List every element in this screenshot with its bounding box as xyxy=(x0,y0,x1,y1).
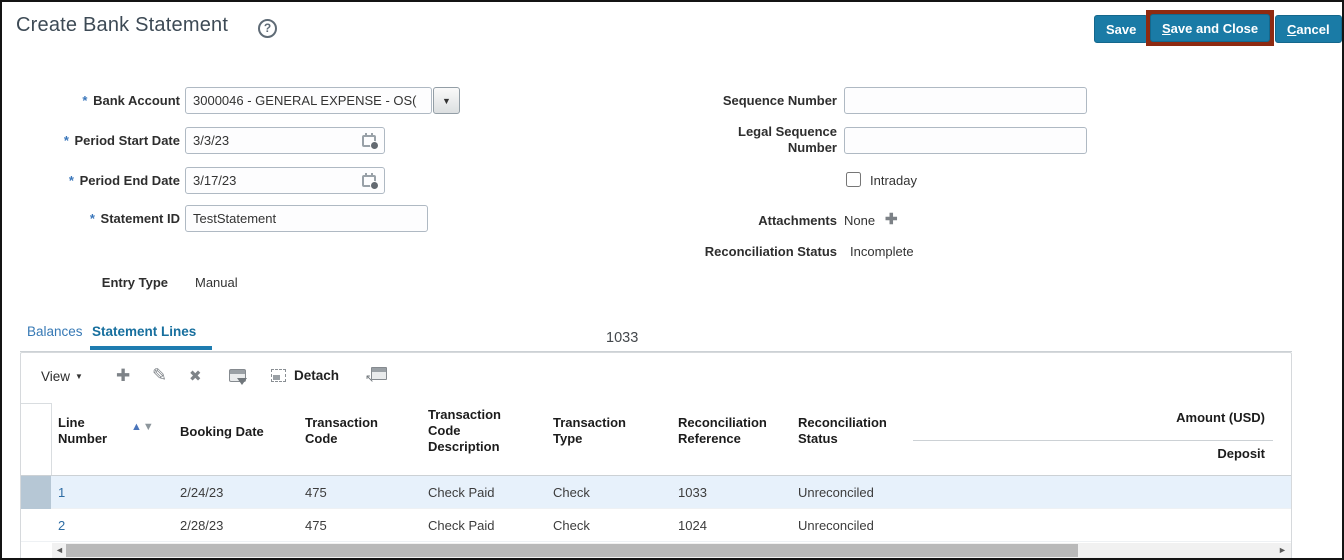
gutter-top-border xyxy=(21,403,51,404)
cell-transaction-code: 475 xyxy=(305,485,327,500)
scroll-left-icon[interactable]: ◄ xyxy=(55,545,64,555)
entry-type-value: Manual xyxy=(195,275,238,290)
cancel-button[interactable]: Cancel xyxy=(1275,15,1342,43)
period-end-date-field[interactable] xyxy=(185,167,385,194)
bank-account-input[interactable] xyxy=(186,88,431,113)
create-bank-statement-page: Create Bank Statement ? Save Save and Cl… xyxy=(0,0,1344,560)
cell-transaction-type: Check xyxy=(553,485,590,500)
period-start-date-label: * Period Start Date xyxy=(2,133,180,149)
period-end-date-label: * Period End Date xyxy=(2,173,180,189)
row-selector[interactable] xyxy=(21,476,51,509)
sort-ascending-icon[interactable]: ▲ xyxy=(131,421,143,433)
column-header-reconciliation-status[interactable]: Reconciliation Status xyxy=(798,415,906,447)
sequence-number-label: Sequence Number xyxy=(677,93,837,109)
column-header-transaction-code-description[interactable]: Transaction Code Description xyxy=(428,407,522,455)
intraday-label: Intraday xyxy=(870,173,917,188)
sequence-number-field[interactable] xyxy=(844,87,1087,114)
scroll-right-icon[interactable]: ► xyxy=(1278,545,1287,555)
column-header-transaction-type[interactable]: Transaction Type xyxy=(553,415,645,447)
page-title: Create Bank Statement xyxy=(16,14,228,37)
cell-booking-date: 2/24/23 xyxy=(180,485,223,500)
period-start-date-input[interactable] xyxy=(186,128,384,153)
entry-type-label: Entry Type xyxy=(2,275,168,291)
column-header-reconciliation-reference[interactable]: Reconciliation Reference xyxy=(678,415,786,447)
freeze-icon[interactable]: ↖ xyxy=(371,367,387,380)
row-selector[interactable] xyxy=(21,509,51,542)
attachments-label: Attachments xyxy=(677,213,837,229)
bank-account-label: * Bank Account xyxy=(2,93,180,109)
tab-balances[interactable]: Balances xyxy=(27,324,83,339)
legal-sequence-number-label: Legal Sequence Number xyxy=(727,124,837,156)
save-and-close-button[interactable]: Save and Close xyxy=(1150,14,1270,42)
cell-reconciliation-reference: 1024 xyxy=(678,518,707,533)
statement-id-input[interactable] xyxy=(186,206,427,231)
cell-reconciliation-status: Unreconciled xyxy=(798,518,874,533)
delete-row-icon[interactable]: ✖ xyxy=(189,367,202,385)
required-marker: * xyxy=(82,93,87,108)
dropdown-arrow-icon: ▼ xyxy=(442,96,451,106)
statement-id-label: * Statement ID xyxy=(2,211,180,227)
bank-account-field[interactable] xyxy=(185,87,432,114)
cell-line-number[interactable]: 2 xyxy=(58,518,65,533)
tab-statement-lines[interactable]: Statement Lines xyxy=(92,324,196,339)
cell-line-number[interactable]: 1 xyxy=(58,485,65,500)
date-picker-icon[interactable] xyxy=(362,173,378,188)
cell-transaction-code: 475 xyxy=(305,518,327,533)
reconciliation-status-label: Reconciliation Status xyxy=(677,244,837,260)
column-header-booking-date[interactable]: Booking Date xyxy=(180,424,290,440)
column-group-amount-usd: Amount (USD) xyxy=(1065,410,1265,426)
sort-controls[interactable]: ▲▼ xyxy=(131,421,155,433)
reconciliation-status-value: Incomplete xyxy=(850,244,914,259)
cell-booking-date: 2/28/23 xyxy=(180,518,223,533)
sequence-number-input[interactable] xyxy=(845,88,1086,113)
cell-transaction-code-description: Check Paid xyxy=(428,518,494,533)
cell-reconciliation-status: Unreconciled xyxy=(798,485,874,500)
horizontal-scrollbar-thumb[interactable] xyxy=(66,544,1078,557)
edit-row-icon[interactable]: ✎ xyxy=(152,365,167,386)
detach-button[interactable]: Detach xyxy=(294,368,339,383)
save-and-close-highlight-frame: Save and Close xyxy=(1146,10,1274,46)
period-start-date-field[interactable] xyxy=(185,127,385,154)
save-button[interactable]: Save xyxy=(1094,15,1148,43)
add-attachment-icon[interactable]: ✚ xyxy=(885,210,898,228)
intraday-checkbox[interactable] xyxy=(846,172,861,187)
detach-icon[interactable] xyxy=(271,369,286,382)
table-row[interactable]: 2 2/28/23 475 Check Paid Check 1024 Unre… xyxy=(21,509,1291,542)
table-row[interactable]: 1 2/24/23 475 Check Paid Check 1033 Unre… xyxy=(21,476,1291,509)
attachments-value: None xyxy=(844,213,875,228)
period-end-date-input[interactable] xyxy=(186,168,384,193)
date-picker-icon[interactable] xyxy=(362,133,378,148)
stray-value-1033: 1033 xyxy=(606,330,638,346)
legal-sequence-number-field[interactable] xyxy=(844,127,1087,154)
sort-descending-icon[interactable]: ▼ xyxy=(143,421,155,433)
column-header-transaction-code[interactable]: Transaction Code xyxy=(305,415,397,447)
view-menu-caret-icon: ▼ xyxy=(75,372,83,381)
amount-group-divider xyxy=(913,440,1273,441)
view-menu-button[interactable]: View▼ xyxy=(41,369,83,384)
query-by-example-icon[interactable] xyxy=(229,369,246,382)
bank-account-dropdown-button[interactable]: ▼ xyxy=(433,87,460,114)
legal-sequence-number-input[interactable] xyxy=(845,128,1086,153)
cell-transaction-type: Check xyxy=(553,518,590,533)
active-tab-underline xyxy=(90,346,212,350)
column-header-line-number[interactable]: Line Number xyxy=(58,415,120,447)
cell-reconciliation-reference: 1033 xyxy=(678,485,707,500)
freeze-arrow-icon: ↖ xyxy=(365,372,374,385)
help-icon[interactable]: ? xyxy=(258,19,277,38)
add-row-icon[interactable]: ✚ xyxy=(116,366,130,386)
statement-id-field[interactable] xyxy=(185,205,428,232)
column-header-deposit[interactable]: Deposit xyxy=(1065,446,1265,462)
cell-transaction-code-description: Check Paid xyxy=(428,485,494,500)
statement-lines-panel: View▼ ✚ ✎ ✖ Detach ↖ Line Number ▲▼ Book… xyxy=(20,352,1292,560)
